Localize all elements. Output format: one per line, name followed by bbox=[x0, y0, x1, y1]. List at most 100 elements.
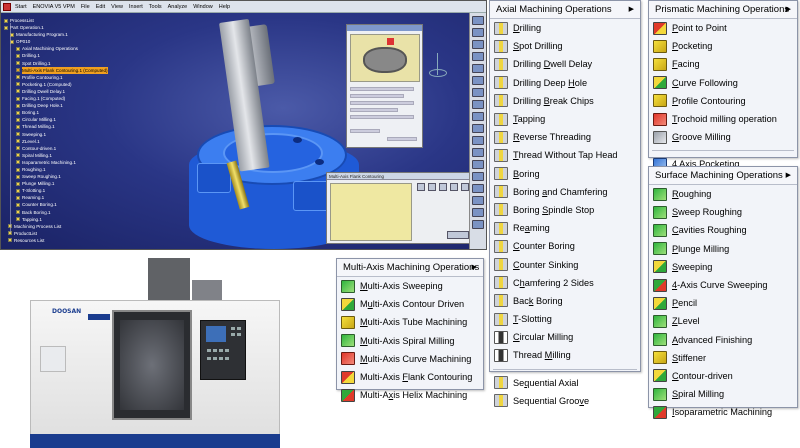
axial-menu-header[interactable]: Axial Machining Operations ▶ bbox=[490, 1, 640, 19]
ok-button[interactable] bbox=[447, 231, 469, 239]
dialog-field[interactable] bbox=[350, 115, 414, 119]
toolbar-icon[interactable] bbox=[472, 28, 484, 37]
menu-item[interactable]: Sequential Groove bbox=[490, 392, 640, 410]
tree-node[interactable]: Isoparametric Machining.1 bbox=[4, 159, 204, 166]
menu-item[interactable]: Stiffener bbox=[649, 349, 797, 367]
feeds-icon[interactable] bbox=[439, 183, 447, 191]
menu-item[interactable]: Multi-Axis Flank Contouring bbox=[337, 368, 483, 386]
menu-item[interactable]: Profile Contouring bbox=[649, 92, 797, 110]
menu-item[interactable]: Spot Drilling bbox=[490, 37, 640, 55]
tree-node[interactable]: Drilling Deep Hole.1 bbox=[4, 102, 204, 109]
tree-node[interactable]: Spot Drilling.1 bbox=[4, 60, 204, 67]
menu-item[interactable]: Multi-Axis Spiral Milling bbox=[337, 332, 483, 350]
macro-icon[interactable] bbox=[450, 183, 458, 191]
toolbar-icon[interactable] bbox=[472, 76, 484, 85]
tree-node[interactable]: ProcessList bbox=[4, 17, 204, 24]
tree-node[interactable]: Roughing.1 bbox=[4, 166, 204, 173]
menu-item[interactable]: ZLevel bbox=[649, 312, 797, 330]
toolbar-icon[interactable] bbox=[472, 220, 484, 229]
tree-node[interactable]: Drilling Dwell Delay.1 bbox=[4, 88, 204, 95]
menu-item[interactable]: Sequential Axial bbox=[490, 374, 640, 392]
menu-item[interactable]: Boring Spindle Stop bbox=[490, 201, 640, 219]
dialog-field[interactable] bbox=[350, 94, 404, 98]
toolbar-icon[interactable] bbox=[472, 184, 484, 193]
menu-item[interactable]: T-Slotting bbox=[490, 310, 640, 328]
menu-item[interactable]: Trochoid milling operation bbox=[649, 110, 797, 128]
menu-item[interactable]: Drilling Break Chips bbox=[490, 92, 640, 110]
tree-node[interactable]: Thread Milling.1 bbox=[4, 123, 204, 130]
toolbar-icon[interactable] bbox=[472, 172, 484, 181]
menu-item[interactable]: Pocketing bbox=[649, 37, 797, 55]
menu-item[interactable]: Boring and Chamfering bbox=[490, 183, 640, 201]
tree-node[interactable]: ProductList bbox=[4, 230, 204, 237]
menu-file[interactable]: File bbox=[79, 4, 92, 10]
menu-item[interactable]: 4-Axis Curve Sweeping bbox=[649, 276, 797, 294]
toolbar-icon[interactable] bbox=[472, 100, 484, 109]
tree-node[interactable]: Resources List bbox=[4, 237, 204, 244]
dialog-field[interactable] bbox=[350, 87, 414, 91]
dialog-button[interactable] bbox=[350, 129, 380, 133]
tree-node[interactable]: Spiral Milling.1 bbox=[4, 152, 204, 159]
menu-item[interactable]: Drilling Dwell Delay bbox=[490, 55, 640, 73]
menu-item[interactable]: Pencil bbox=[649, 294, 797, 312]
tree-node[interactable]: Counter Boring.1 bbox=[4, 201, 204, 208]
geometry-icon[interactable] bbox=[461, 183, 469, 191]
tree-node[interactable]: Profile Contouring.1 bbox=[4, 74, 204, 81]
tree-node[interactable]: T-Slotting.1 bbox=[4, 187, 204, 194]
tree-node[interactable]: Boring.1 bbox=[4, 109, 204, 116]
menu-item[interactable]: Multi-Axis Tube Machining bbox=[337, 313, 483, 331]
menu-item[interactable]: Reaming bbox=[490, 219, 640, 237]
menu-item[interactable]: Multi-Axis Curve Machining bbox=[337, 350, 483, 368]
menu-item[interactable]: Point to Point bbox=[649, 19, 797, 37]
menu-item[interactable]: Sweep Roughing bbox=[649, 203, 797, 221]
menu-item[interactable]: Multi-Axis Contour Driven bbox=[337, 295, 483, 313]
menu-item[interactable]: Isoparametric Machining bbox=[649, 403, 797, 421]
menu-item[interactable]: Reverse Threading bbox=[490, 128, 640, 146]
tree-node[interactable]: Manufacturing Program.1 bbox=[4, 31, 204, 38]
tree-node[interactable]: Machining Process List bbox=[4, 223, 204, 230]
toolbar-icon[interactable] bbox=[472, 160, 484, 169]
menu-item[interactable]: Multi-Axis Sweeping bbox=[337, 277, 483, 295]
dialog-field[interactable] bbox=[350, 108, 398, 112]
tree-node[interactable]: Contour-driven.1 bbox=[4, 145, 204, 152]
menu-item[interactable]: Thread Milling bbox=[490, 346, 640, 364]
tree-node[interactable]: OP010 bbox=[4, 38, 204, 45]
menu-item[interactable]: Drilling bbox=[490, 19, 640, 37]
menu-item[interactable]: Tapping bbox=[490, 110, 640, 128]
menu-view[interactable]: View bbox=[109, 4, 125, 10]
menu-item[interactable]: Counter Sinking bbox=[490, 255, 640, 273]
tree-node[interactable]: Drilling.1 bbox=[4, 52, 204, 59]
tree-node[interactable]: Multi-Axis Flank Contouring.1 (Computed) bbox=[4, 66, 204, 74]
menu-help[interactable]: Help bbox=[217, 4, 232, 10]
multi-axis-menu-header[interactable]: Multi-Axis Machining Operations ▶ bbox=[337, 259, 483, 277]
menu-item[interactable]: Sweeping bbox=[649, 258, 797, 276]
menu-item[interactable]: Spiral Milling bbox=[649, 385, 797, 403]
compass-icon[interactable] bbox=[425, 53, 451, 95]
tree-node[interactable]: Sweeping.1 bbox=[4, 131, 204, 138]
surface-menu-header[interactable]: Surface Machining Operations ▶ bbox=[649, 167, 797, 185]
prismatic-menu-header[interactable]: Prismatic Machining Operations ▶ bbox=[649, 1, 797, 19]
tree-node[interactable]: Plunge Milling.1 bbox=[4, 180, 204, 187]
menu-item[interactable]: Drilling Deep Hole bbox=[490, 74, 640, 92]
menu-item[interactable]: Curve Following bbox=[649, 74, 797, 92]
toolbar-icon[interactable] bbox=[472, 124, 484, 133]
menu-insert[interactable]: Insert bbox=[127, 4, 145, 10]
toolbar-icon[interactable] bbox=[472, 112, 484, 121]
toolbar-icon[interactable] bbox=[472, 196, 484, 205]
toolbar-icon[interactable] bbox=[472, 40, 484, 49]
tree-node[interactable]: ZLevel.1 bbox=[4, 138, 204, 145]
tree-node[interactable]: Sweep Roughing.1 bbox=[4, 173, 204, 180]
tree-node[interactable]: Facing.1 (Computed) bbox=[4, 95, 204, 102]
strategy-icon[interactable] bbox=[428, 183, 436, 191]
dialog-field[interactable] bbox=[350, 101, 414, 105]
toolbar-icon[interactable] bbox=[472, 16, 484, 25]
toolbar-icon[interactable] bbox=[472, 136, 484, 145]
menu-enovia[interactable]: ENOVIA V5 VPM bbox=[31, 4, 77, 10]
toolbar-icon[interactable] bbox=[472, 52, 484, 61]
toolbar-icon[interactable] bbox=[472, 208, 484, 217]
toolbar-icon[interactable] bbox=[472, 148, 484, 157]
menu-item[interactable]: Advanced Finishing bbox=[649, 331, 797, 349]
menu-start[interactable]: Start bbox=[13, 4, 29, 10]
menu-edit[interactable]: Edit bbox=[94, 4, 107, 10]
menu-window[interactable]: Window bbox=[191, 4, 215, 10]
